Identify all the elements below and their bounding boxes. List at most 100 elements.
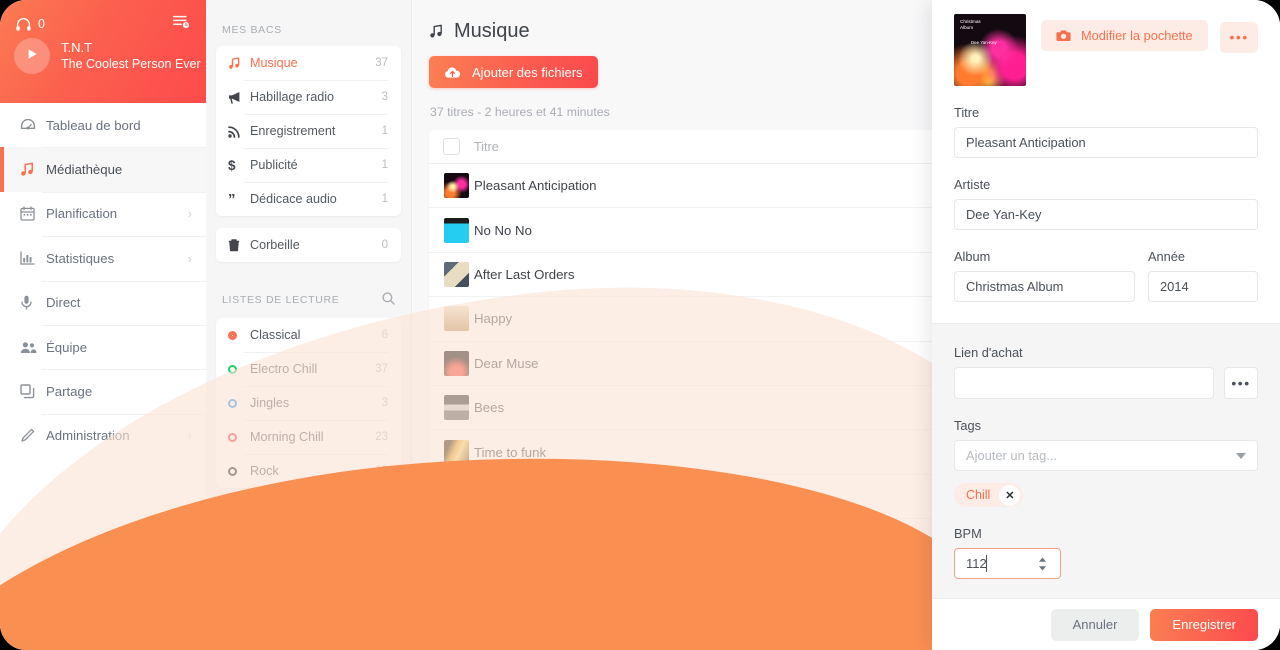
album-thumbnail	[444, 261, 469, 287]
detail-footer: Annuler Enregistrer	[932, 598, 1280, 650]
sidebar-item-statistiques[interactable]: Statistiques ›	[0, 236, 206, 280]
cover-row: Christmas Album Dee Yan-Key Modifier la …	[954, 14, 1259, 86]
playlist-item-morning-chill[interactable]: Morning Chill 23	[216, 420, 401, 454]
field-label-bpm: BPM	[954, 526, 982, 541]
bac-item-publicite[interactable]: $ Publicité 1	[216, 148, 401, 182]
annee-field-group: Année	[1148, 230, 1258, 302]
playlists-list: Classical 6 Electro Chill 37 Jingles 3 M…	[216, 318, 401, 488]
user-name: T.N.T	[61, 39, 93, 55]
sidebar-item-equipe[interactable]: Équipe	[0, 324, 206, 369]
bac-item-habillage-radio[interactable]: Habillage radio 3	[216, 80, 401, 114]
stepper-arrows-icon[interactable]	[1038, 556, 1047, 571]
tags-select-wrapper	[954, 440, 1258, 471]
cover-actions: Modifier la pochette •••	[1041, 14, 1259, 53]
wrench-icon	[20, 428, 46, 443]
titre-input[interactable]	[954, 127, 1258, 158]
field-label-artiste: Artiste	[954, 177, 991, 192]
sidebar-item-label: Planification	[46, 206, 118, 222]
playlist-item-classical[interactable]: Classical 6	[216, 318, 401, 352]
cover-line2: Album	[960, 24, 974, 30]
cancel-button[interactable]: Annuler	[1050, 608, 1140, 641]
search-icon[interactable]	[382, 292, 395, 308]
tags-input[interactable]	[954, 440, 1258, 471]
save-button[interactable]: Enregistrer	[1150, 608, 1258, 641]
detail-mid-section: Lien d'achat ••• Tags Chill ✕ BPM	[932, 323, 1280, 598]
add-files-label: Ajouter des fichiers	[472, 64, 583, 80]
track-title: Bees	[474, 400, 505, 416]
sidebar-item-administration[interactable]: Administration ›	[0, 413, 206, 458]
dollar-icon: $	[228, 157, 236, 173]
page-title-text: Musique	[454, 20, 530, 42]
select-all-checkbox[interactable]	[443, 138, 460, 155]
app-window: 0 T.N.T The Coolest Person Ever Tableau …	[0, 0, 1280, 650]
sidebar-item-label: Partage	[46, 384, 93, 400]
bac-item-label: Musique	[250, 56, 298, 70]
playlist-item-label: Jingles	[250, 396, 290, 410]
track-title: Oat Flakes	[474, 533, 538, 549]
rss-icon	[228, 125, 250, 138]
playlist-item-electro-chill[interactable]: Electro Chill 37	[216, 352, 401, 386]
bac-item-musique[interactable]: Musique 37	[216, 46, 401, 80]
bac-item-dedicace-audio[interactable]: ” Dédicace audio 1	[216, 182, 401, 216]
album-thumbnail	[444, 217, 469, 243]
album-thumbnail	[444, 528, 469, 554]
users-icon	[20, 341, 46, 354]
close-icon[interactable]: ✕	[999, 484, 1021, 506]
row-cover-cell	[429, 483, 474, 509]
sidebar-item-planification[interactable]: Planification ›	[0, 191, 206, 236]
row-cover-cell	[429, 439, 474, 465]
bac-item-label: Enregistrement	[250, 124, 336, 138]
cover-more-button[interactable]: •••	[1220, 21, 1259, 53]
row-cover-cell	[429, 350, 474, 376]
track-title: After Last Orders	[474, 266, 575, 282]
playlist-item-jingles[interactable]: Jingles 3	[216, 386, 401, 420]
detail-top-section: Christmas Album Dee Yan-Key Modifier la …	[932, 0, 1280, 302]
sidebar-item-direct[interactable]: Direct	[0, 280, 206, 325]
play-icon	[27, 47, 38, 65]
listeners-counter[interactable]: 0	[16, 17, 45, 31]
bacs-section-title: MES BACS	[216, 0, 401, 46]
cloud-upload-icon	[444, 66, 461, 79]
row-cover-cell	[429, 395, 474, 421]
album-thumbnail	[444, 483, 469, 509]
edit-cover-label: Modifier la pochette	[1081, 28, 1193, 43]
music-note-icon	[228, 56, 250, 70]
playlist-item-rock[interactable]: Rock 15	[216, 454, 401, 488]
camera-icon	[1056, 29, 1071, 42]
bpm-stepper	[954, 548, 1061, 579]
user-block[interactable]: T.N.T The Coolest Person Ever	[0, 34, 206, 74]
sidebar-item-mediatheque[interactable]: Médiathèque	[0, 147, 206, 193]
bac-item-count: 1	[381, 193, 388, 205]
bac-item-label: Habillage radio	[250, 90, 335, 104]
bac-item-count: 3	[381, 91, 388, 103]
lien-achat-more-button[interactable]: •••	[1224, 367, 1258, 399]
user-subtitle: The Coolest Person Ever	[61, 57, 201, 72]
sidebar-item-partage[interactable]: Partage	[0, 369, 206, 413]
annee-input[interactable]	[1148, 271, 1258, 302]
add-files-button[interactable]: Ajouter des fichiers	[429, 56, 598, 88]
album-thumbnail	[444, 306, 469, 332]
playlist-item-label: Classical	[250, 328, 301, 342]
tag-chip: Chill ✕	[954, 483, 1024, 507]
history-list-icon[interactable]	[173, 15, 190, 34]
playlist-item-label: Electro Chill	[250, 362, 318, 376]
field-label-lien-achat: Lien d'achat	[954, 345, 1023, 360]
playlist-item-label: Rock	[250, 464, 279, 478]
new-playlist-button[interactable]: Nouvelle liste de lecture	[216, 500, 401, 537]
edit-cover-button[interactable]: Modifier la pochette	[1041, 20, 1208, 51]
sidebar-item-label: Administration	[46, 428, 130, 444]
avatar[interactable]	[14, 38, 50, 74]
bac-item-corbeille[interactable]: Corbeille 0	[216, 228, 401, 262]
listeners-count: 0	[38, 17, 45, 31]
album-input[interactable]	[954, 271, 1135, 302]
column-header-title[interactable]: Titre	[474, 140, 965, 154]
headphones-icon	[16, 17, 31, 31]
playlist-item-count: 3	[381, 397, 388, 409]
new-playlist-label: Nouvelle liste de lecture	[251, 511, 388, 526]
sidebar-header: 0 T.N.T The Coolest Person Ever	[0, 0, 206, 103]
sidebar-item-tableau-de-bord[interactable]: Tableau de bord	[0, 103, 206, 147]
lien-achat-input[interactable]	[954, 367, 1214, 399]
bac-item-enregistrement[interactable]: Enregistrement 1	[216, 114, 401, 148]
artiste-input[interactable]	[954, 199, 1258, 230]
field-label-tags: Tags	[954, 418, 982, 433]
